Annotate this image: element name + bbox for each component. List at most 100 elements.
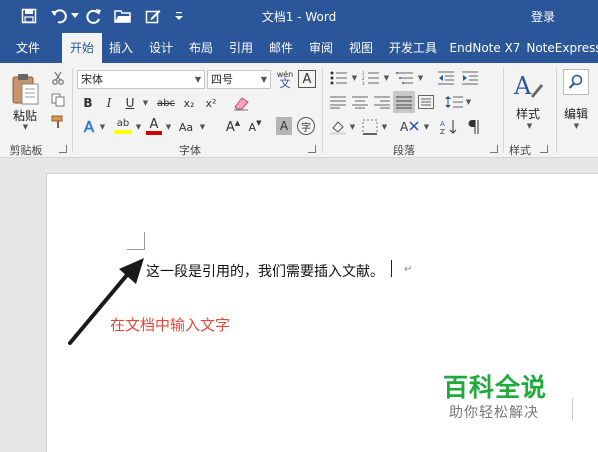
text-effects-button[interactable]: A [80,117,98,137]
clipboard-group-label: 剪贴板 [9,144,43,157]
italic-button[interactable]: I [101,94,117,112]
paste-button[interactable]: 粘贴 [8,107,42,124]
increase-indent-icon[interactable] [460,69,480,87]
chevron-down-icon: ▼ [194,75,201,84]
editing-dropdown-icon[interactable]: ▼ [571,122,581,130]
multilevel-list-icon[interactable] [394,69,416,87]
paragraph-launcher-icon[interactable] [490,145,498,153]
styles-group-label: 样式 [509,144,531,157]
shrink-font-button[interactable]: A ▼ [246,117,264,137]
asian-layout-icon[interactable]: A [398,117,422,137]
enclose-characters-button[interactable]: 字 [297,117,315,135]
tab-review[interactable]: 审阅 [302,33,340,63]
tab-mailings[interactable]: 邮件 [262,33,300,63]
tab-design[interactable]: 设计 [142,33,180,63]
chevron-down-icon: ▼ [260,75,267,84]
watermark-logo-title: 百科全说 [443,373,548,402]
underline-button[interactable]: U [122,94,138,112]
font-color-button[interactable]: A [144,116,164,136]
window-title: 文档1 - Word [261,10,337,24]
tab-endnote[interactable]: EndNote X7 [448,33,522,63]
word-window: 文档1 - Word 登录 文件 开始 插入 设计 布局 引用 邮件 审阅 视图… [0,0,598,452]
strikethrough-button[interactable]: abc [154,94,178,112]
font-color-dropdown-icon[interactable]: ▼ [164,118,172,136]
justify-icon[interactable] [393,91,415,113]
highlight-dropdown-icon[interactable]: ▼ [134,118,142,136]
styles-dropdown-icon[interactable]: ▼ [524,122,534,130]
cut-icon[interactable] [48,69,68,87]
shading-dropdown-icon[interactable]: ▼ [348,119,356,135]
tab-insert[interactable]: 插入 [102,33,140,63]
svg-text:A: A [440,120,445,128]
tab-home[interactable]: 开始 [62,33,102,63]
ribbon-tabs: 文件 开始 插入 设计 布局 引用 邮件 审阅 视图 开发工具 EndNote … [0,33,598,63]
phonetic-guide-icon[interactable]: wén 文 [275,68,295,90]
numbering-dropdown-icon[interactable]: ▼ [382,71,390,85]
chinese-layout-icon[interactable] [328,93,348,111]
line-spacing-dropdown-icon[interactable]: ▼ [464,95,472,109]
margin-corner-mark [127,232,145,250]
distributed-icon[interactable] [416,93,436,111]
paragraph-group-label: 段落 [393,144,415,157]
sort-icon[interactable]: AZ [438,117,460,137]
styles-button[interactable]: 样式 [510,105,546,122]
text-cursor [391,260,392,277]
tab-view[interactable]: 视图 [342,33,380,63]
center-align-icon[interactable] [350,93,370,111]
font-color-swatch [146,130,162,135]
tab-references[interactable]: 引用 [222,33,260,63]
tab-layout[interactable]: 布局 [182,33,220,63]
styles-icon[interactable]: A [512,69,544,103]
svg-text:3: 3 [362,81,365,85]
borders-dropdown-icon[interactable]: ▼ [380,119,388,135]
line-spacing-icon[interactable] [444,93,464,111]
multilevel-dropdown-icon[interactable]: ▼ [416,71,424,85]
font-size-field[interactable]: 四号 ▼ [207,70,271,89]
find-icon[interactable] [563,69,589,95]
underline-dropdown-icon[interactable]: ▼ [140,94,150,112]
bold-button[interactable]: B [80,94,96,112]
styles-launcher-icon[interactable] [540,145,548,153]
asian-layout-dropdown-icon[interactable]: ▼ [422,119,430,135]
bullets-dropdown-icon[interactable]: ▼ [350,71,358,85]
bullets-icon[interactable] [328,69,350,87]
tab-noteexpress[interactable]: NoteExpress [526,33,598,63]
change-case-dropdown-icon[interactable]: ▼ [198,118,206,136]
watermark-divider [572,398,573,420]
login-link[interactable]: 登录 [531,8,555,25]
text-effects-dropdown-icon[interactable]: ▼ [98,118,106,136]
svg-text:A: A [400,120,409,134]
paste-dropdown-icon[interactable]: ▼ [20,123,30,131]
format-painter-icon[interactable] [48,113,68,131]
decrease-indent-icon[interactable] [436,69,456,87]
annotation-text: 在文档中输入文字 [110,316,231,334]
svg-text:A: A [513,72,532,100]
highlight-color-swatch [114,130,132,134]
character-shading-button[interactable]: A [276,117,292,135]
numbering-icon[interactable]: 123 [360,69,382,87]
document-body-text[interactable]: 这一段是引用的，我们需要插入文献。 [146,261,384,281]
right-align-icon[interactable] [372,93,392,111]
editing-button[interactable]: 编辑 [558,105,594,122]
copy-icon[interactable] [48,91,68,109]
shading-icon[interactable] [328,117,348,137]
tab-developer[interactable]: 开发工具 [382,33,444,63]
show-marks-icon[interactable] [464,117,484,137]
highlight-button[interactable]: ab [112,116,134,136]
font-name-field[interactable]: 宋体 ▼ [77,70,205,89]
paste-icon[interactable] [8,71,42,107]
tab-file[interactable]: 文件 [4,33,52,63]
font-launcher-icon[interactable] [308,145,316,153]
clipboard-launcher-icon[interactable] [59,145,67,153]
grow-font-button[interactable]: A ▲ [224,117,242,137]
character-border-icon[interactable]: A [298,70,316,88]
svg-text:Z: Z [440,128,445,135]
borders-icon[interactable] [360,117,380,137]
superscript-button[interactable]: x² [202,94,220,112]
change-case-button[interactable]: Aa [176,117,196,137]
subscript-button[interactable]: x₂ [180,94,198,112]
clear-formatting-icon[interactable] [230,93,252,113]
separator [503,68,504,153]
title-bar: 文档1 - Word 登录 [0,0,598,33]
annotation-arrow-icon [68,258,144,345]
